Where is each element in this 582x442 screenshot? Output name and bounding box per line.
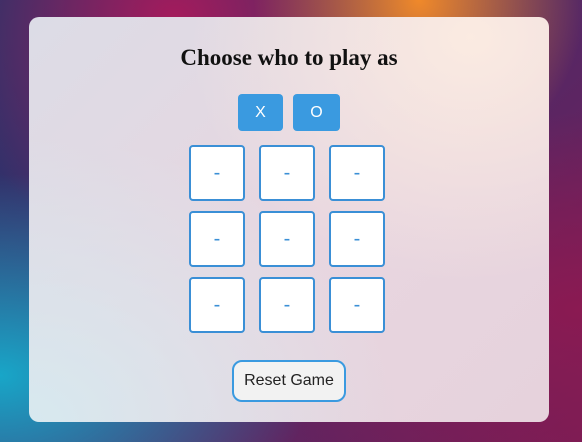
board-cell-4[interactable]: - [189, 211, 245, 267]
board-cell-6[interactable]: - [329, 211, 385, 267]
play-as-x-button[interactable]: X [238, 94, 283, 131]
board-cell-1[interactable]: - [189, 145, 245, 201]
game-panel: Choose who to play as X O - - - - - - - … [29, 17, 549, 422]
reset-game-button[interactable]: Reset Game [232, 360, 346, 402]
page-title: Choose who to play as [180, 45, 398, 70]
play-as-o-button[interactable]: O [293, 94, 340, 131]
board-cell-9[interactable]: - [329, 277, 385, 333]
game-board: - - - - - - - - - [189, 145, 389, 337]
board-cell-8[interactable]: - [259, 277, 315, 333]
board-cell-5[interactable]: - [259, 211, 315, 267]
board-cell-3[interactable]: - [329, 145, 385, 201]
board-cell-2[interactable]: - [259, 145, 315, 201]
board-cell-7[interactable]: - [189, 277, 245, 333]
